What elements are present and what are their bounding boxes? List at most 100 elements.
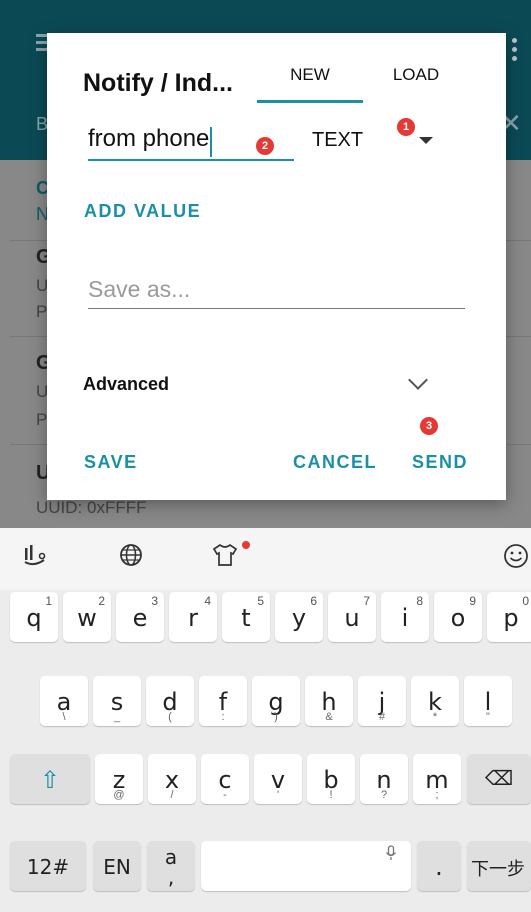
next-key[interactable]: 下一步 xyxy=(467,841,531,891)
key-f[interactable]: f: xyxy=(199,676,247,726)
save-as-field[interactable] xyxy=(88,273,465,309)
notify-dialog: Notify / Ind... NEW LOAD from phone 2 TE… xyxy=(47,33,506,500)
microphone-icon xyxy=(385,845,397,866)
key-h[interactable]: h & xyxy=(305,676,353,726)
key-number-hint: 2 xyxy=(98,594,105,608)
key-symbol-hint: : xyxy=(221,711,225,723)
key-m[interactable]: m; xyxy=(413,754,461,804)
backspace-key[interactable]: ⌫ xyxy=(467,754,531,804)
key-e[interactable]: e3 xyxy=(116,592,164,642)
key-r[interactable]: r4 xyxy=(169,592,217,642)
dialog-title: Notify / Ind... xyxy=(83,69,233,97)
key-b[interactable]: b! xyxy=(307,754,355,804)
key-label: q xyxy=(26,604,42,632)
key-u[interactable]: u7 xyxy=(328,592,376,642)
soft-keyboard: q1w2e3r4t5y6u7i8o9p0 a \ s _ d(f: g) h & j # k * l " … xyxy=(0,528,531,912)
handwriting-icon[interactable] xyxy=(22,542,48,575)
key-label: y xyxy=(291,604,307,632)
key-g[interactable]: g) xyxy=(252,676,300,726)
key-o[interactable]: o9 xyxy=(434,592,482,642)
tab-new[interactable]: NEW xyxy=(257,63,363,103)
send-button[interactable]: SEND xyxy=(412,452,468,473)
key-label: e xyxy=(132,604,148,632)
key-w[interactable]: w2 xyxy=(63,592,111,642)
key-symbol-hint: @ xyxy=(113,789,125,801)
key-label: u xyxy=(344,604,360,632)
more-options-icon[interactable] xyxy=(504,34,524,65)
key-label: w xyxy=(77,604,97,632)
tab-load[interactable]: LOAD xyxy=(363,63,469,103)
keyboard-toolbar xyxy=(0,528,531,590)
key-symbol-hint: " xyxy=(486,711,490,723)
key-label: o xyxy=(450,604,466,632)
key-c[interactable]: c- xyxy=(201,754,249,804)
badge-1: 1 xyxy=(397,118,415,136)
key-x[interactable]: x / xyxy=(148,754,196,804)
numbers-key-label: 12# xyxy=(26,855,70,879)
key-t[interactable]: t5 xyxy=(222,592,270,642)
key-symbol-hint: & xyxy=(325,711,333,723)
key-symbol-hint: # xyxy=(378,711,386,723)
key-l[interactable]: l " xyxy=(464,676,512,726)
key-number-hint: 9 xyxy=(469,594,476,608)
key-label: i xyxy=(401,604,409,632)
key-symbol-hint: ' xyxy=(276,789,280,801)
key-symbol-hint: _ xyxy=(113,711,121,723)
key-symbol-hint: / xyxy=(170,789,174,801)
key-number-hint: 0 xyxy=(522,594,529,608)
key-z[interactable]: z @ xyxy=(95,754,143,804)
key-symbol-hint: ? xyxy=(380,789,388,801)
key-v[interactable]: v ' xyxy=(254,754,302,804)
punctuation-key-bottom: , xyxy=(167,865,175,889)
numbers-key[interactable]: 12# xyxy=(10,841,86,891)
list-item-sub: P xyxy=(36,302,48,321)
type-select[interactable]: TEXT xyxy=(312,129,363,152)
badge-2: 2 xyxy=(256,137,274,155)
badge-3: 3 xyxy=(420,417,438,435)
smiley-icon[interactable] xyxy=(502,542,530,577)
key-d[interactable]: d( xyxy=(146,676,194,726)
key-label: r xyxy=(188,604,198,632)
save-as-input[interactable] xyxy=(88,273,465,305)
key-label: t xyxy=(241,604,251,632)
text-cursor xyxy=(210,126,213,157)
key-i[interactable]: i8 xyxy=(381,592,429,642)
globe-icon[interactable] xyxy=(118,542,144,575)
value-input-text: from phone xyxy=(88,125,210,152)
key-y[interactable]: y6 xyxy=(275,592,323,642)
key-symbol-hint: ! xyxy=(329,789,333,801)
key-number-hint: 8 xyxy=(416,594,423,608)
save-button[interactable]: SAVE xyxy=(84,452,138,473)
key-j[interactable]: j # xyxy=(358,676,406,726)
language-key-label: EN xyxy=(103,855,131,879)
key-symbol-hint: * xyxy=(432,711,438,723)
cancel-button[interactable]: CANCEL xyxy=(293,452,377,473)
advanced-label: Advanced xyxy=(83,374,170,394)
key-q[interactable]: q1 xyxy=(10,592,58,642)
key-number-hint: 6 xyxy=(310,594,317,608)
key-a[interactable]: a \ xyxy=(40,676,88,726)
key-n[interactable]: n? xyxy=(360,754,408,804)
shift-key[interactable]: ⇧ xyxy=(10,754,90,804)
key-number-hint: 4 xyxy=(204,594,211,608)
key-p[interactable]: p0 xyxy=(487,592,531,642)
key-symbol-hint: - xyxy=(223,789,227,801)
space-key[interactable] xyxy=(201,841,411,891)
add-value-button[interactable]: ADD VALUE xyxy=(84,201,201,222)
key-symbol-hint: ; xyxy=(435,789,439,801)
chevron-down-icon[interactable] xyxy=(408,370,428,390)
period-key[interactable]: . xyxy=(417,841,461,891)
language-key[interactable]: EN xyxy=(93,841,141,891)
tshirt-icon[interactable] xyxy=(210,542,240,575)
key-number-hint: 3 xyxy=(151,594,158,608)
key-k[interactable]: k * xyxy=(411,676,459,726)
key-number-hint: 5 xyxy=(257,594,264,608)
shift-icon: ⇧ xyxy=(39,766,61,794)
key-s[interactable]: s _ xyxy=(93,676,141,726)
notification-dot xyxy=(242,541,250,549)
dropdown-arrow-icon[interactable] xyxy=(419,137,433,144)
key-number-hint: 7 xyxy=(363,594,370,608)
key-symbol-hint: \ xyxy=(62,711,66,723)
punctuation-key[interactable]: a , xyxy=(147,841,195,891)
key-symbol-hint: ( xyxy=(168,711,172,723)
